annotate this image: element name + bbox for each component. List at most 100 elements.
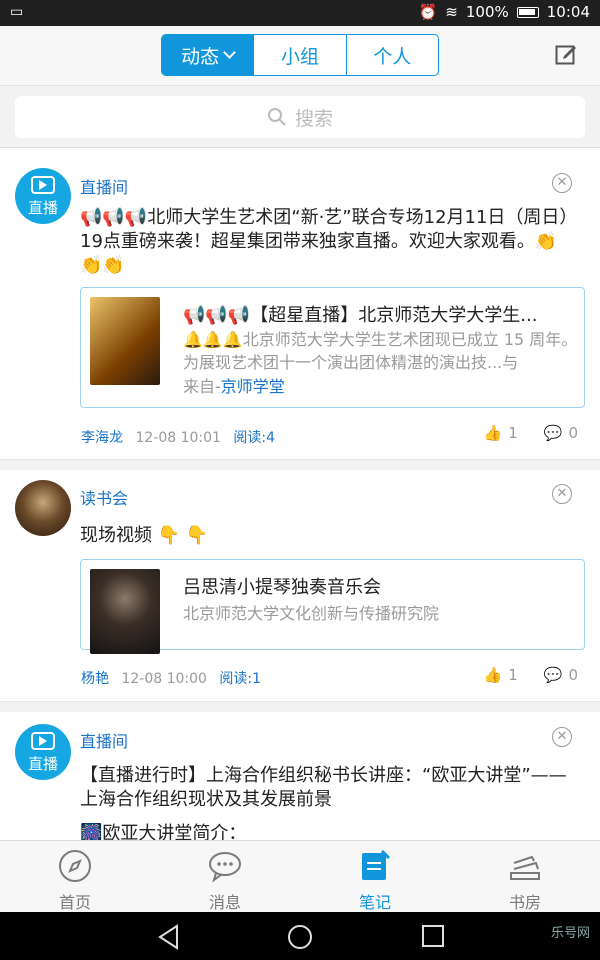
megaphone-icon: 📢📢📢	[80, 207, 148, 228]
segment-dynamic[interactable]: 动态	[162, 35, 254, 75]
link-thumbnail	[90, 569, 160, 654]
source-name[interactable]: 直播间	[80, 174, 128, 198]
watermark-logo: 乐号网	[550, 926, 590, 941]
post-text-content: 现场视频	[80, 525, 152, 546]
author-name[interactable]: 李海龙	[81, 430, 123, 446]
comment-count: 0	[568, 424, 578, 442]
source-name[interactable]: 直播间	[80, 728, 128, 752]
chat-icon	[209, 852, 241, 883]
top-bar: 动态 小组 个人	[0, 26, 600, 86]
post-text-content: 北师大学生艺术团“新·艺”联合专场12月11日（周日）19点重磅来袭！超星集团带…	[80, 207, 569, 252]
segment-personal[interactable]: 个人	[345, 35, 438, 75]
close-icon[interactable]: ✕	[552, 727, 572, 747]
megaphone-icon: 📢📢📢	[183, 305, 251, 326]
post-meta: 杨艳 12-08 10:00 阅读:1	[81, 668, 261, 688]
feed-list[interactable]: 直播 直播间 ✕ 📢📢📢北师大学生艺术团“新·艺”联合专场12月11日（周日）1…	[0, 148, 600, 840]
compose-icon[interactable]	[555, 43, 577, 65]
post-text: 【直播进行时】上海合作组织秘书长讲座：“欧亚大讲堂”——上海合作组织现状及其发展…	[80, 765, 567, 810]
comment-button[interactable]: 💬 0	[544, 666, 578, 684]
tab-study[interactable]: 书房	[450, 841, 600, 912]
tab-home[interactable]: 首页	[0, 841, 150, 912]
search-area: 搜索	[0, 86, 600, 148]
post-text: 📢📢📢北师大学生艺术团“新·艺”联合专场12月11日（周日）19点重磅来袭！超星…	[80, 206, 570, 278]
android-notification-icon: ▭	[10, 4, 24, 20]
back-icon[interactable]	[156, 924, 182, 950]
status-bar: ▭ ⏰ ≋ 100% 10:04	[0, 0, 600, 26]
comment-icon: 💬	[543, 666, 563, 684]
link-thumbnail	[90, 297, 160, 385]
bookshelf-icon	[510, 855, 540, 880]
link-origin: 来自-京师学堂	[183, 375, 285, 398]
tab-messages[interactable]: 消息	[150, 841, 300, 912]
avatar[interactable]	[15, 480, 71, 536]
tab-label: 书房	[508, 893, 541, 912]
post-time: 12-08 10:01	[135, 430, 221, 446]
search-placeholder: 搜索	[294, 107, 333, 130]
comment-button[interactable]: 💬 0	[544, 424, 578, 442]
avatar[interactable]: 直播	[15, 724, 71, 780]
tv-icon	[31, 176, 55, 194]
close-icon[interactable]: ✕	[552, 173, 572, 193]
segment-label: 小组	[280, 45, 319, 68]
pointing-down-icon: 👇 👇	[152, 525, 209, 546]
avatar-label: 直播	[27, 755, 58, 773]
link-origin-prefix: 来自-	[183, 377, 221, 396]
link-card[interactable]: 📢📢📢【超星直播】北京师范大学大学生... 🔔🔔🔔北京师范大学大学生艺术团现已成…	[80, 287, 585, 408]
tab-label: 消息	[208, 893, 241, 912]
segment-control: 动态 小组 个人	[161, 34, 439, 76]
tab-notes[interactable]: 笔记	[300, 841, 450, 912]
chevron-down-icon	[223, 45, 237, 59]
home-icon[interactable]	[287, 924, 313, 950]
link-description: 北京师范大学文化创新与传播研究院	[183, 604, 440, 623]
system-navigation-bar: 乐号网	[0, 912, 600, 960]
alarm-icon: ⏰	[418, 3, 438, 21]
link-origin-name[interactable]: 京师学堂	[221, 377, 285, 396]
compass-icon	[59, 850, 91, 882]
post-actions: 👍 1 💬 0	[484, 666, 578, 684]
battery-percent: 100%	[465, 3, 509, 21]
search-icon	[267, 108, 286, 126]
post-text-secondary: 🎆欧亚大讲堂简介：	[80, 822, 570, 840]
search-input[interactable]: 搜索	[15, 96, 585, 138]
clock: 10:04	[546, 3, 590, 21]
feed-item[interactable]: 直播 直播间 ✕ 【直播进行时】上海合作组织秘书长讲座：“欧亚大讲堂”——上海合…	[0, 712, 600, 840]
link-description: 🔔🔔🔔北京师范大学大学生艺术团现已成立 15 周年。为展现艺术团十一个演出团体精…	[183, 328, 578, 376]
feed-item[interactable]: 直播 直播间 ✕ 📢📢📢北师大学生艺术团“新·艺”联合专场12月11日（周日）1…	[0, 148, 600, 460]
recents-icon[interactable]	[421, 924, 445, 948]
comment-icon: 💬	[543, 424, 563, 442]
bell-icon: 🔔🔔🔔	[183, 330, 243, 349]
post-text-secondary-content: 欧亚大讲堂简介：	[102, 823, 247, 840]
thumbs-up-icon: 👍	[483, 666, 503, 684]
avatar-label: 直播	[27, 199, 58, 217]
link-title: 📢📢📢【超星直播】北京师范大学大学生...	[183, 301, 578, 327]
tab-label: 首页	[58, 893, 91, 912]
battery-icon	[516, 6, 539, 18]
post-text: 现场视频 👇 👇	[80, 524, 570, 548]
like-count: 1	[508, 424, 518, 442]
segment-group[interactable]: 小组	[253, 35, 345, 75]
tab-label: 笔记	[358, 893, 391, 912]
close-icon[interactable]: ✕	[552, 484, 572, 504]
like-count: 1	[508, 666, 518, 684]
feed-item[interactable]: 读书会 ✕ 现场视频 👇 👇 吕思清小提琴独奏音乐会 北京师范大学文化创新与传播…	[0, 470, 600, 702]
like-button[interactable]: 👍 1	[484, 666, 518, 684]
bottom-tab-bar: 首页 消息 笔记 书房	[0, 840, 600, 912]
segment-label: 动态	[181, 45, 220, 68]
avatar[interactable]: 直播	[15, 168, 71, 224]
wifi-icon: ≋	[445, 3, 458, 21]
source-name[interactable]: 读书会	[80, 485, 128, 509]
link-card[interactable]: 吕思清小提琴独奏音乐会 北京师范大学文化创新与传播研究院	[80, 559, 585, 654]
link-desc-text: 北京师范大学大学生艺术团现已成立 15 周年。为展现艺术团十一个演出团体精湛的演…	[183, 330, 578, 372]
author-name[interactable]: 杨艳	[81, 671, 109, 687]
sparkle-icon: 🎆	[80, 823, 103, 840]
like-button[interactable]: 👍 1	[484, 424, 518, 442]
link-title-text: 【超星直播】北京师范大学大学生...	[250, 305, 538, 326]
link-title: 吕思清小提琴独奏音乐会	[183, 577, 381, 598]
segment-label: 个人	[373, 45, 412, 68]
note-icon	[362, 849, 391, 880]
post-actions: 👍 1 💬 0	[484, 424, 578, 442]
tv-icon	[31, 732, 55, 750]
post-meta: 李海龙 12-08 10:01 阅读:4	[81, 427, 275, 447]
comment-count: 0	[568, 666, 578, 684]
read-count: 阅读:4	[233, 430, 276, 446]
